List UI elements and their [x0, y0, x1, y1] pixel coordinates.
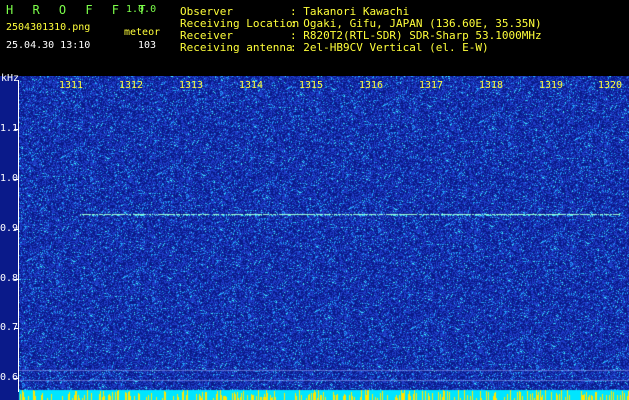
y-tick-mark	[14, 229, 19, 230]
datetime: 25.04.30 13:10	[6, 40, 91, 51]
event-count: 103	[138, 40, 157, 51]
y-tick-mark	[14, 129, 19, 130]
y-tick-mark	[14, 279, 19, 280]
x-tick-label: 1314	[239, 80, 264, 91]
app-version: 1.0.0	[126, 4, 157, 15]
x-tick-label: 1318	[479, 80, 504, 91]
y-axis-line	[18, 80, 19, 392]
x-tick-label: 1320	[598, 80, 623, 91]
y-unit-label: kHz	[1, 73, 20, 84]
x-tick-label: 1311	[59, 80, 84, 91]
y-tick-mark	[14, 179, 19, 180]
y-tick-mark	[14, 378, 19, 379]
header-panel: H R O F F T 1.0.0 2504301310.png meteor …	[0, 0, 629, 76]
spectrogram-canvas	[0, 76, 629, 400]
x-tick-label: 1312	[119, 80, 144, 91]
file-name: 2504301310.png	[6, 22, 91, 33]
x-tick-label: 1317	[419, 80, 444, 91]
x-tick-label: 1316	[359, 80, 384, 91]
y-tick-mark	[14, 328, 19, 329]
info-value-antenna: : 2el-HB9CV Vertical (el. E-W)	[290, 41, 489, 54]
x-tick-label: 1313	[179, 80, 204, 91]
x-tick-label: 1319	[539, 80, 564, 91]
mode-label: meteor	[124, 27, 161, 38]
info-key-antenna: Receiving antenna	[180, 41, 293, 54]
x-tick-label: 1315	[299, 80, 324, 91]
